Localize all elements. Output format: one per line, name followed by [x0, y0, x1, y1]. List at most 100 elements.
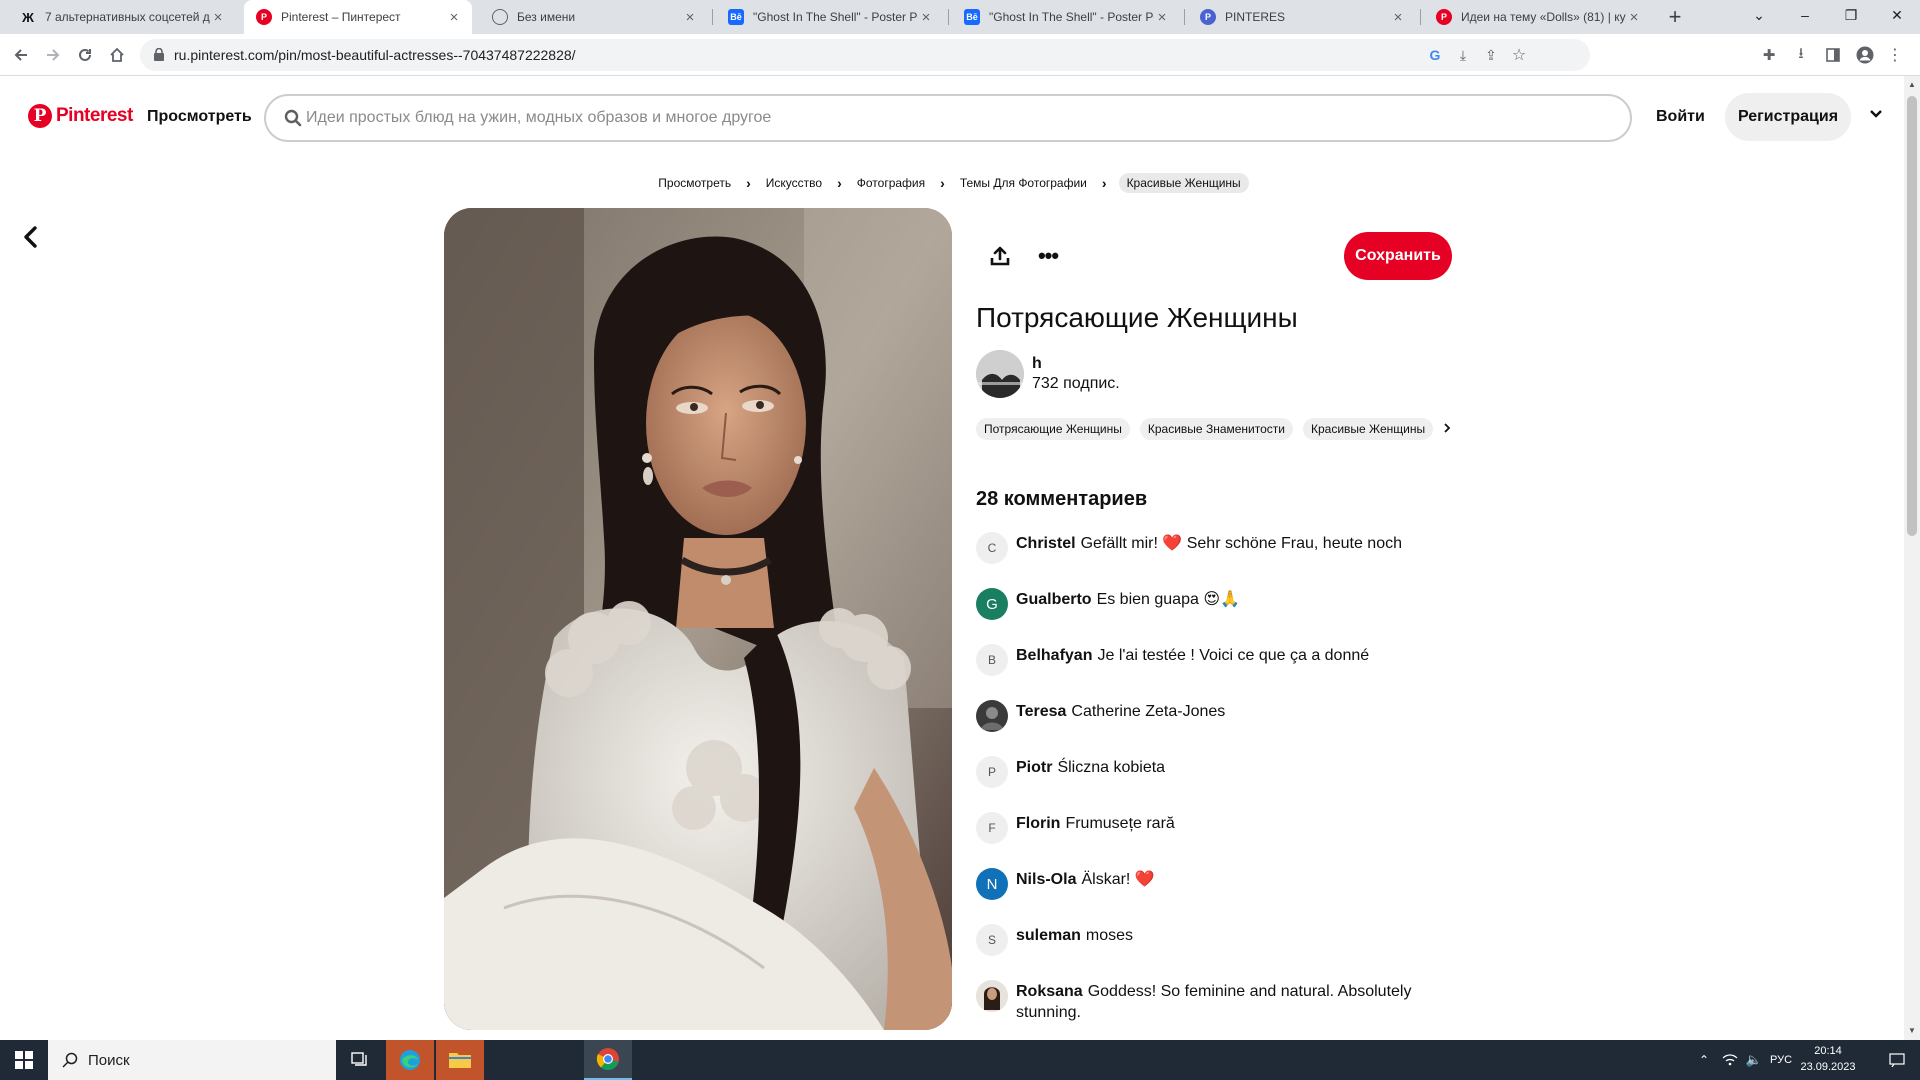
commenter-avatar[interactable]: P — [976, 756, 1008, 788]
menu-kebab-icon[interactable]: ⋮ — [1880, 40, 1910, 70]
share-page-icon[interactable]: ⇪ — [1482, 46, 1500, 64]
save-button[interactable]: Сохранить — [1344, 232, 1452, 280]
tab-title: Идеи на тему «Dolls» (81) | кук — [1461, 10, 1626, 24]
browser-tab[interactable]: Ж 7 альтернативных соцсетей для × — [8, 0, 236, 34]
extensions-icon[interactable]: ✚ — [1754, 40, 1784, 70]
browser-tab[interactable]: Bē "Ghost In The Shell" - Poster Pos × — [952, 0, 1180, 34]
globe-icon — [492, 9, 508, 25]
search-input[interactable] — [306, 106, 1606, 130]
breadcrumb-item[interactable]: Просмотреть — [655, 176, 734, 190]
breadcrumb-item[interactable]: Искусство — [763, 176, 825, 190]
scrollbar-thumb[interactable] — [1907, 96, 1917, 536]
author-name[interactable]: h — [1032, 355, 1042, 373]
search-bar[interactable] — [264, 94, 1632, 142]
close-tab-icon[interactable]: × — [1626, 9, 1642, 26]
close-tab-icon[interactable]: × — [1390, 9, 1406, 26]
breadcrumb-current[interactable]: Красивые Женщины — [1118, 173, 1249, 193]
google-lens-icon[interactable]: G — [1426, 46, 1444, 64]
commenter-avatar[interactable]: F — [976, 812, 1008, 844]
minimize-button[interactable]: – — [1782, 0, 1828, 34]
close-tab-icon[interactable]: × — [918, 9, 934, 26]
explore-link[interactable]: Просмотреть — [147, 108, 252, 126]
close-tab-icon[interactable]: × — [210, 9, 226, 26]
commenter-avatar[interactable] — [976, 700, 1008, 732]
downloads-icon[interactable]: ⭳ — [1786, 40, 1816, 70]
browser-tab[interactable]: Без имени × — [480, 0, 708, 34]
share-button[interactable] — [984, 240, 1016, 272]
start-button[interactable] — [0, 1040, 48, 1080]
commenter-name[interactable]: Gualberto — [1016, 591, 1092, 608]
commenter-name[interactable]: Roksana — [1016, 983, 1083, 1000]
commenter-avatar[interactable]: S — [976, 924, 1008, 956]
commenter-name[interactable]: Belhafyan — [1016, 647, 1092, 664]
pin-title: Потрясающие Женщины — [976, 302, 1298, 333]
author-avatar[interactable] — [976, 350, 1024, 398]
chevron-right-icon[interactable] — [1440, 421, 1454, 435]
more-options-button[interactable]: ••• — [1032, 240, 1064, 272]
commenter-avatar[interactable]: C — [976, 532, 1008, 564]
file-explorer-icon[interactable] — [436, 1040, 484, 1080]
browser-tab[interactable]: Bē "Ghost In The Shell" - Poster Pos × — [716, 0, 944, 34]
close-tab-icon[interactable]: × — [682, 9, 698, 26]
address-bar[interactable]: ru.pinterest.com/pin/most-beautiful-actr… — [140, 39, 1590, 71]
task-view-icon[interactable] — [336, 1040, 384, 1080]
breadcrumb-item[interactable]: Темы Для Фотографии — [957, 176, 1090, 190]
commenter-name[interactable]: Piotr — [1016, 759, 1052, 776]
back-arrow-icon[interactable] — [18, 224, 44, 250]
close-tab-icon[interactable]: × — [1154, 9, 1170, 26]
commenter-name[interactable]: suleman — [1016, 927, 1081, 944]
breadcrumb: Просмотреть › Искусство › Фотография › Т… — [0, 172, 1904, 194]
tab-title: Pinterest – Пинтерест — [281, 10, 401, 24]
commenter-avatar[interactable] — [976, 980, 1008, 1012]
install-app-icon[interactable]: ⤓ — [1454, 46, 1472, 64]
tray-overflow-icon[interactable]: ⌃ — [1692, 1040, 1716, 1080]
system-clock[interactable]: 20:14 23.09.2023 — [1792, 1043, 1864, 1075]
close-tab-icon[interactable]: × — [446, 9, 462, 26]
breadcrumb-item[interactable]: Фотография — [854, 176, 928, 190]
notifications-icon[interactable] — [1874, 1040, 1920, 1080]
forward-button[interactable] — [38, 40, 68, 70]
commenter-avatar[interactable]: N — [976, 868, 1008, 900]
url-text: ru.pinterest.com/pin/most-beautiful-actr… — [174, 47, 576, 63]
pin-image[interactable] — [444, 208, 952, 1030]
reload-button[interactable] — [70, 40, 100, 70]
signup-button[interactable]: Регистрация — [1725, 93, 1851, 141]
network-icon[interactable] — [1718, 1040, 1742, 1080]
browser-tab-active[interactable]: P Pinterest – Пинтерест × — [244, 0, 472, 34]
restore-button[interactable]: ❐ — [1828, 0, 1874, 34]
comment-text: Gefällt mir! ❤️ Sehr schöne Frau, heute … — [1080, 535, 1402, 552]
comment-text: Catherine Zeta-Jones — [1071, 703, 1226, 720]
back-button[interactable] — [6, 40, 36, 70]
volume-icon[interactable]: 🔈 — [1742, 1040, 1766, 1080]
chevron-right-icon: › — [1101, 175, 1107, 191]
browser-tab[interactable]: P Идеи на тему «Dolls» (81) | кук × — [1424, 0, 1652, 34]
browser-tab[interactable]: P PINTERES × — [1188, 0, 1416, 34]
tab-search-chevron-icon[interactable]: ⌄ — [1736, 0, 1782, 34]
tag-chip[interactable]: Красивые Знаменитости — [1139, 418, 1293, 440]
tag-chip[interactable]: Красивые Женщины — [1302, 418, 1434, 440]
close-window-button[interactable]: ✕ — [1874, 0, 1920, 34]
scroll-down-arrow-icon[interactable]: ▼ — [1906, 1026, 1918, 1036]
taskbar-search[interactable]: Поиск — [48, 1040, 336, 1080]
home-button[interactable] — [102, 40, 132, 70]
login-link[interactable]: Войти — [1656, 108, 1705, 126]
commenter-name[interactable]: Nils-Ola — [1016, 871, 1076, 888]
commenter-name[interactable]: Teresa — [1016, 703, 1066, 720]
pinterest-logo-icon: P — [28, 104, 52, 128]
profile-icon[interactable] — [1850, 40, 1880, 70]
comment-text: Es bien guapa 😍🙏 — [1096, 591, 1240, 608]
chrome-icon[interactable] — [584, 1040, 632, 1080]
bookmark-star-icon[interactable]: ☆ — [1510, 46, 1528, 64]
chevron-down-icon[interactable] — [1866, 104, 1886, 124]
new-tab-button[interactable]: + — [1662, 4, 1688, 30]
commenter-name[interactable]: Christel — [1016, 535, 1076, 552]
scroll-up-arrow-icon[interactable]: ▲ — [1906, 80, 1918, 90]
pinterest-logo[interactable]: P Pinterest — [28, 104, 133, 128]
tag-chip[interactable]: Потрясающие Женщины — [976, 418, 1130, 440]
edge-icon[interactable] — [386, 1040, 434, 1080]
comment-item: N Nils-Ola Älskar! ❤️ — [976, 868, 1436, 900]
commenter-name[interactable]: Florin — [1016, 815, 1060, 832]
side-panel-icon[interactable] — [1818, 40, 1848, 70]
commenter-avatar[interactable]: G — [976, 588, 1008, 620]
commenter-avatar[interactable]: B — [976, 644, 1008, 676]
